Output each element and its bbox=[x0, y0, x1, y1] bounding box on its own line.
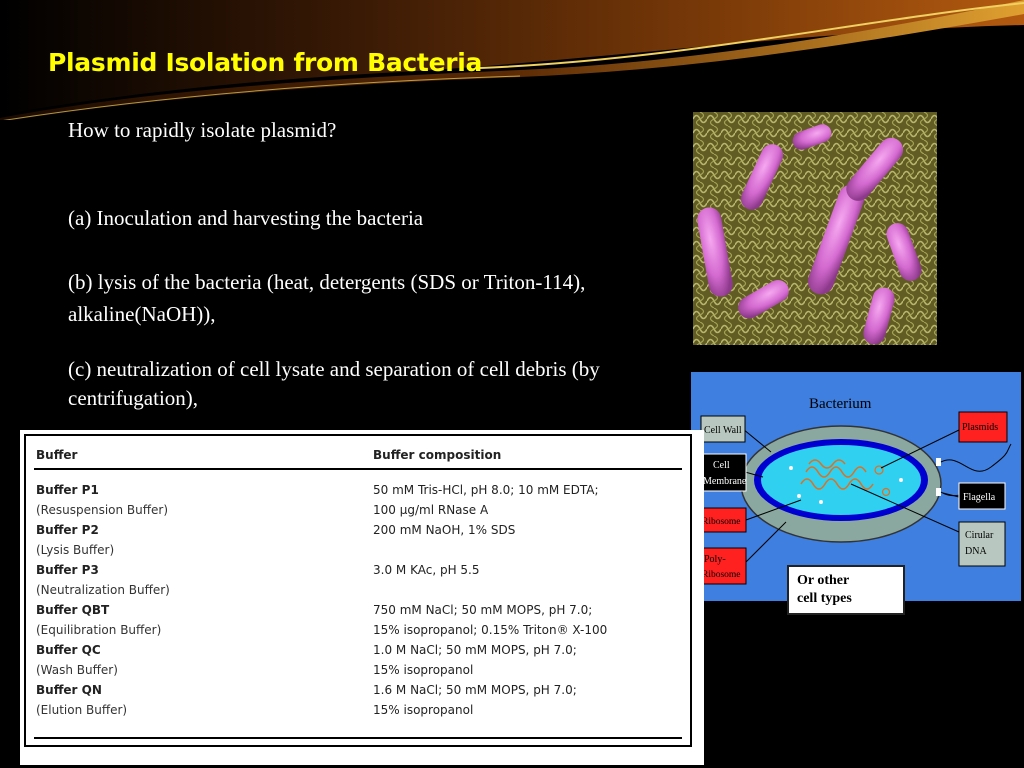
buffer-composition-cell: 1.0 M NaCl; 50 mM MOPS, pH 7.0; 15% isopr… bbox=[371, 640, 682, 680]
buffer-composition-line: 750 mM NaCl; 50 mM MOPS, pH 7.0; bbox=[373, 603, 593, 617]
buffer-composition-line: 100 µg/ml RNase A bbox=[373, 503, 489, 517]
buffer-name-cell: Buffer QC (Wash Buffer) bbox=[34, 640, 371, 680]
buffer-composition-line: 50 mM Tris-HCl, pH 8.0; 10 mM EDTA; bbox=[373, 483, 599, 497]
question-text: How to rapidly isolate plasmid? bbox=[68, 118, 337, 142]
table-header-composition: Buffer composition bbox=[371, 444, 682, 470]
label-circular-dna-line1: Cirular bbox=[965, 530, 994, 541]
buffer-name: Buffer QN bbox=[36, 683, 102, 697]
buffer-name: Buffer P3 bbox=[36, 563, 99, 577]
table-row: Buffer QC (Wash Buffer) 1.0 M NaCl; 50 mM … bbox=[34, 640, 682, 680]
label-poly-ribosome-line1: Poly- bbox=[704, 554, 726, 565]
step-a-text: (a) Inoculation and harvesting the bacte… bbox=[68, 206, 424, 230]
buffer-name-cell: Buffer P3 (Neutralization Buffer) bbox=[34, 560, 371, 600]
label-cell-wall: Cell Wall bbox=[704, 425, 742, 436]
buffer-table-border: Buffer Buffer composition Buffer P1 (Resu… bbox=[24, 434, 692, 747]
table-row: Buffer P3 (Neutralization Buffer) 3.0 M KA… bbox=[34, 560, 682, 600]
buffer-composition-line: 15% isopropanol bbox=[373, 703, 474, 717]
table-header-buffer: Buffer bbox=[34, 444, 371, 470]
buffer-purpose: (Equilibration Buffer) bbox=[36, 623, 162, 637]
slide-title: Plasmid Isolation from Bacteria bbox=[48, 48, 483, 77]
caption-line-2: cell types bbox=[797, 591, 852, 606]
buffer-name-cell: Buffer QN (Elution Buffer) bbox=[34, 680, 371, 720]
buffer-purpose: (Elution Buffer) bbox=[36, 703, 128, 717]
label-circular-dna-line2: DNA bbox=[965, 546, 987, 557]
buffer-name: Buffer P2 bbox=[36, 523, 99, 537]
buffer-table-image: Buffer Buffer composition Buffer P1 (Resu… bbox=[20, 430, 704, 765]
buffer-purpose: (Resuspension Buffer) bbox=[36, 503, 169, 517]
step-c-text: (c) neutralization of cell lysate and se… bbox=[68, 357, 600, 410]
step-b-text: (b) lysis of the bacteria (heat, deterge… bbox=[68, 270, 586, 326]
caption-line-1: Or other bbox=[797, 573, 850, 588]
label-cell-membrane-line1: Cell bbox=[713, 460, 730, 471]
label-flagella: Flagella bbox=[963, 492, 996, 503]
buffer-composition-cell: 200 mM NaOH, 1% SDS bbox=[371, 520, 682, 560]
buffer-composition-cell: 750 mM NaCl; 50 mM MOPS, pH 7.0; 15% isop… bbox=[371, 600, 682, 640]
buffer-composition-line: 1.0 M NaCl; 50 mM MOPS, pH 7.0; bbox=[373, 643, 577, 657]
buffer-purpose: (Neutralization Buffer) bbox=[36, 583, 170, 597]
ribosome-dot bbox=[789, 466, 793, 470]
diagram-title: Bacterium bbox=[809, 396, 872, 412]
table-row: Buffer P1 (Resuspension Buffer) 50 mM Tris… bbox=[34, 480, 682, 520]
buffer-composition-line: 3.0 M KAc, pH 5.5 bbox=[373, 563, 480, 577]
table-bottom-rule bbox=[34, 737, 682, 739]
buffer-composition-line: 15% isopropanol; 0.15% Triton® X-100 bbox=[373, 623, 608, 637]
buffer-composition-line: 15% isopropanol bbox=[373, 663, 474, 677]
buffer-name: Buffer QBT bbox=[36, 603, 110, 617]
flagellum-anchor bbox=[936, 488, 941, 496]
buffer-name-cell: Buffer P2 (Lysis Buffer) bbox=[34, 520, 371, 560]
buffer-purpose: (Lysis Buffer) bbox=[36, 543, 115, 557]
label-circular-dna-box bbox=[958, 521, 1006, 567]
buffer-name-cell: Buffer P1 (Resuspension Buffer) bbox=[34, 480, 371, 520]
table-spacer-row bbox=[34, 469, 682, 480]
buffer-composition-cell: 3.0 M KAc, pH 5.5 bbox=[371, 560, 682, 600]
buffer-name: Buffer QC bbox=[36, 643, 101, 657]
buffer-name-cell: Buffer QBT (Equilibration Buffer) bbox=[34, 600, 371, 640]
flagellum-anchor bbox=[936, 458, 941, 466]
buffer-composition-line: 1.6 M NaCl; 50 mM MOPS, pH 7.0; bbox=[373, 683, 577, 697]
buffer-composition-cell: 1.6 M NaCl; 50 mM MOPS, pH 7.0; 15% isopr… bbox=[371, 680, 682, 720]
table-row: Buffer QBT (Equilibration Buffer) 750 mM N… bbox=[34, 600, 682, 640]
table-row: Buffer P2 (Lysis Buffer) 200 mM NaOH, 1% S… bbox=[34, 520, 682, 560]
buffer-composition-cell: 50 mM Tris-HCl, pH 8.0; 10 mM EDTA; 100 µ… bbox=[371, 480, 682, 520]
label-plasmids: Plasmids bbox=[962, 422, 998, 433]
label-poly-ribosome-line2: Ribosome bbox=[702, 570, 741, 580]
ribosome-dot bbox=[819, 500, 823, 504]
table-body: Buffer P1 (Resuspension Buffer) 50 mM Tris… bbox=[34, 469, 682, 720]
slide: Plasmid Isolation from Bacteria How to r… bbox=[0, 0, 1024, 768]
label-ribosome: Ribosome bbox=[702, 517, 741, 527]
ribosome-dot bbox=[899, 478, 903, 482]
buffer-table: Buffer Buffer composition Buffer P1 (Resu… bbox=[34, 444, 682, 720]
ribosome-dot bbox=[797, 494, 801, 498]
buffer-purpose: (Wash Buffer) bbox=[36, 663, 118, 677]
buffer-composition-line: 200 mM NaOH, 1% SDS bbox=[373, 523, 516, 537]
buffer-name: Buffer P1 bbox=[36, 483, 99, 497]
table-row: Buffer QN (Elution Buffer) 1.6 M NaCl; 50 … bbox=[34, 680, 682, 720]
label-cell-membrane-line2: Membrane bbox=[703, 476, 747, 487]
bacteria-micrograph-image bbox=[693, 112, 937, 345]
diagram-caption: Or other cell types bbox=[787, 565, 905, 615]
